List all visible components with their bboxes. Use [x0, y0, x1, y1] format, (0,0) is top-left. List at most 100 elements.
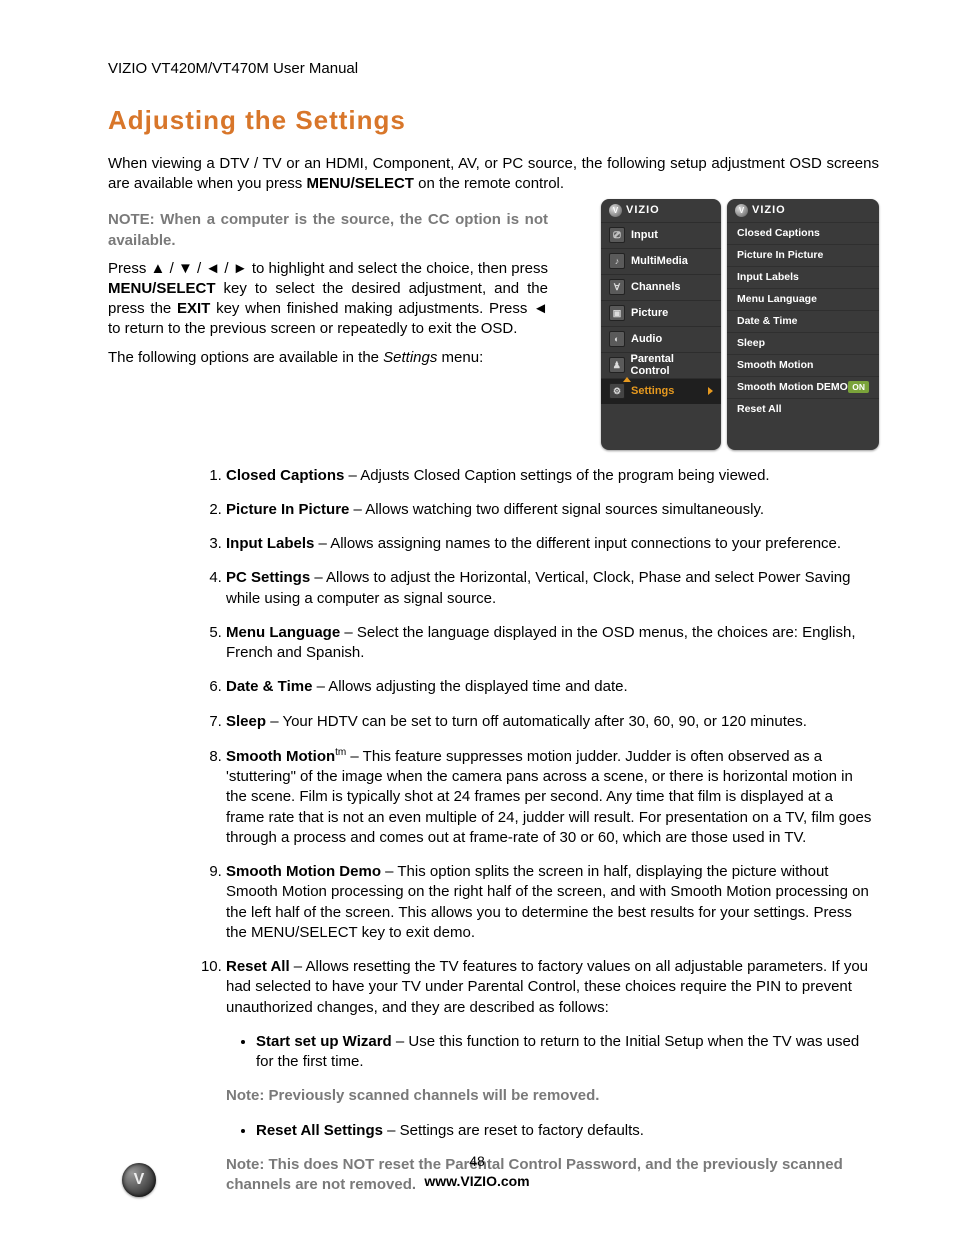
text: on the remote control.: [414, 175, 564, 192]
list-item: Menu Language – Select the language disp…: [226, 623, 879, 664]
text: key when finished making adjustments. Pr…: [210, 300, 533, 317]
label: Smooth Motion DEMO: [737, 381, 848, 393]
text: to highlight and select the choice, then…: [248, 260, 548, 277]
menu-select-key: MENU/SELECT: [108, 280, 216, 297]
osd-sub-pip: Picture In Picture: [727, 244, 879, 266]
back-arrow-icon: ◄: [533, 300, 548, 317]
osd-sub-lang: Menu Language: [727, 288, 879, 310]
osd-settings-submenu: V VIZIO Closed Captions Picture In Pictu…: [727, 199, 879, 450]
osd-item-parental: ♟ Parental Control: [601, 352, 721, 378]
arrow-keys-icon: ▲ / ▼ / ◄ / ►: [151, 260, 248, 277]
label: Input Labels: [737, 271, 799, 283]
list-item: Closed Captions – Adjusts Closed Caption…: [226, 466, 879, 486]
item-title: Smooth Motion Demo: [226, 863, 381, 880]
item-desc: – Settings are reset to factory defaults…: [383, 1122, 644, 1139]
list-item: Date & Time – Allows adjusting the displ…: [226, 677, 879, 697]
label: Settings: [631, 385, 674, 397]
item-title: Picture In Picture: [226, 501, 349, 518]
item-title: Smooth Motion: [226, 748, 335, 765]
osd-sub-cc: Closed Captions: [727, 222, 879, 244]
brand-text: VIZIO: [752, 204, 786, 216]
label: Input: [631, 229, 658, 241]
item-desc: – Allows adjusting the displayed time an…: [312, 678, 627, 695]
menu-select-key: MENU/SELECT: [306, 175, 414, 192]
item-title: Reset All Settings: [256, 1122, 383, 1139]
text: menu:: [437, 349, 483, 366]
exit-key: EXIT: [177, 300, 210, 317]
footer-url: www.VIZIO.com: [0, 1173, 954, 1189]
channels-icon: ∀: [609, 279, 625, 295]
item-title: Reset All: [226, 958, 290, 975]
osd-sub-smoothdemo: Smooth Motion DEMOON: [727, 376, 879, 398]
input-icon: ⎚: [609, 227, 625, 243]
settings-icon: ⚙: [609, 383, 625, 399]
label: Channels: [631, 281, 681, 293]
vizio-logo-icon: V: [609, 204, 622, 217]
label: Picture: [631, 307, 668, 319]
osd-item-picture: ▣ Picture: [601, 300, 721, 326]
osd-item-audio: ◐Audio: [601, 326, 721, 352]
picture-icon: ▣: [609, 305, 625, 321]
label: Menu Language: [737, 293, 817, 305]
osd-item-input: ⎚ Input: [601, 222, 721, 248]
list-item: Start set up Wizard – Use this function …: [256, 1032, 875, 1073]
note-cc-unavailable: NOTE: When a computer is the source, the…: [108, 209, 548, 251]
list-item: Smooth Motiontm – This feature suppresse…: [226, 746, 879, 848]
on-badge: ON: [848, 381, 869, 393]
osd-brand: V VIZIO: [601, 199, 721, 222]
intro-paragraph: When viewing a DTV / TV or an HDMI, Comp…: [108, 154, 879, 195]
item-desc: – Allows watching two different signal s…: [349, 501, 764, 518]
list-item: Picture In Picture – Allows watching two…: [226, 500, 879, 520]
osd-main-menu: V VIZIO ⎚ Input ♪ MultiMedia ∀ Channels ▣ Pi…: [601, 199, 721, 450]
settings-word: Settings: [383, 349, 437, 366]
arrow-right-icon: [708, 387, 713, 395]
item-title: Start set up Wizard: [256, 1033, 392, 1050]
item-title: Closed Captions: [226, 467, 344, 484]
nav-instructions: Press ▲ / ▼ / ◄ / ► to highlight and sel…: [108, 259, 548, 340]
label: Picture In Picture: [737, 249, 823, 261]
reset-sublist: Start set up Wizard – Use this function …: [226, 1032, 875, 1073]
item-desc: – Your HDTV can be set to turn off autom…: [266, 713, 807, 730]
list-item: Smooth Motion Demo – This option splits …: [226, 862, 879, 943]
sub-note: Note: Previously scanned channels will b…: [226, 1086, 875, 1106]
vizio-logo-icon: V: [735, 204, 748, 217]
item-title: PC Settings: [226, 569, 310, 586]
item-desc: – Adjusts Closed Caption settings of the…: [344, 467, 769, 484]
osd-sub-sleep: Sleep: [727, 332, 879, 354]
multimedia-icon: ♪: [609, 253, 625, 269]
text: The following options are available in t…: [108, 349, 383, 366]
item-title: Sleep: [226, 713, 266, 730]
label: Sleep: [737, 337, 765, 349]
list-item: PC Settings – Allows to adjust the Horiz…: [226, 568, 879, 609]
osd-sub-inputlabels: Input Labels: [727, 266, 879, 288]
item-title: Date & Time: [226, 678, 312, 695]
page-number: 48: [0, 1153, 954, 1169]
label: MultiMedia: [631, 255, 688, 267]
osd-brand: V VIZIO: [727, 199, 879, 222]
list-item: Input Labels – Allows assigning names to…: [226, 534, 879, 554]
label: Parental Control: [631, 353, 714, 377]
item-desc: – Allows resetting the TV features to fa…: [226, 958, 868, 1016]
label: Reset All: [737, 403, 782, 415]
settings-intro: The following options are available in t…: [108, 348, 548, 368]
osd-sub-resetall: Reset All: [727, 398, 879, 420]
label: Smooth Motion: [737, 359, 813, 371]
section-title: Adjusting the Settings: [108, 105, 879, 136]
page-footer: 48 www.VIZIO.com: [0, 1153, 954, 1189]
osd-sub-smooth: Smooth Motion: [727, 354, 879, 376]
item-title: Input Labels: [226, 535, 314, 552]
item-title: Menu Language: [226, 624, 340, 641]
text: Press: [108, 260, 151, 277]
osd-sub-datetime: Date & Time: [727, 310, 879, 332]
brand-text: VIZIO: [626, 204, 660, 216]
osd-item-settings: ⚙ Settings: [601, 378, 721, 404]
tm-superscript: tm: [335, 747, 346, 758]
label: Audio: [631, 333, 662, 345]
item-desc: – Allows to adjust the Horizontal, Verti…: [226, 569, 850, 606]
osd-item-multimedia: ♪ MultiMedia: [601, 248, 721, 274]
osd-item-channels: ∀ Channels: [601, 274, 721, 300]
list-item: Sleep – Your HDTV can be set to turn off…: [226, 712, 879, 732]
list-item: Reset All Settings – Settings are reset …: [256, 1121, 875, 1141]
parental-icon: ♟: [609, 357, 625, 373]
text: to return to the previous screen or repe…: [108, 320, 517, 337]
